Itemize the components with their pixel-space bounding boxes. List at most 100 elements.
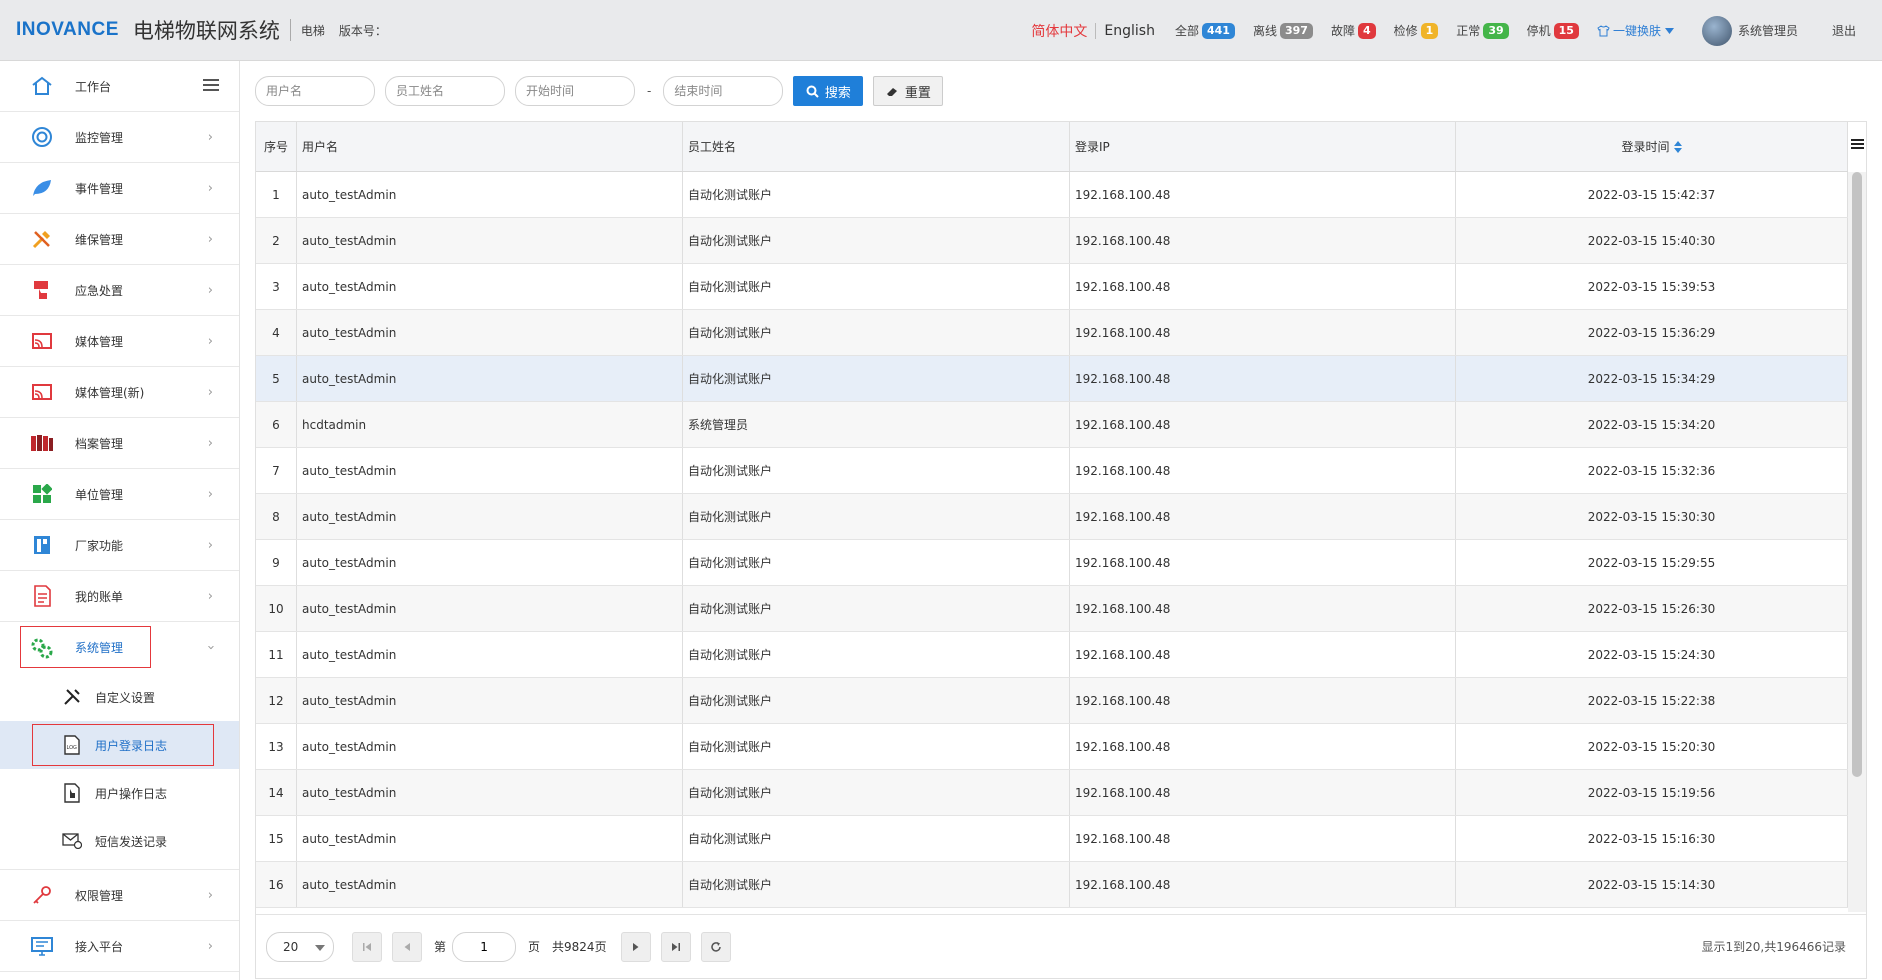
elevator-status-stats: 全部 441 离线 397 故障 4 检修 1 正常 39 停机 15 — [1175, 22, 1597, 39]
eraser-icon — [886, 87, 897, 96]
table-row[interactable]: 2 auto_testAdmin 自动化测试账户 192.168.100.48 2022… — [256, 218, 1848, 264]
table-row[interactable]: 5 auto_testAdmin 自动化测试账户 192.168.100.48 2022… — [256, 356, 1848, 402]
sidebar-item-system[interactable]: 系统管理 › — [0, 622, 239, 673]
status-badge: 15 — [1553, 22, 1579, 39]
caret-down-icon — [315, 944, 325, 951]
cell-index: 10 — [256, 586, 297, 631]
table-row[interactable]: 15 auto_testAdmin 自动化测试账户 192.168.100.48 202… — [256, 816, 1848, 862]
table-row[interactable]: 9 auto_testAdmin 自动化测试账户 192.168.100.48 2022… — [256, 540, 1848, 586]
table-row[interactable]: 10 auto_testAdmin 自动化测试账户 192.168.100.48 202… — [256, 586, 1848, 632]
scrollbar-thumb[interactable] — [1852, 172, 1862, 777]
end-time-input[interactable] — [663, 76, 784, 106]
table-row[interactable]: 14 auto_testAdmin 自动化测试账户 192.168.100.48 202… — [256, 770, 1848, 816]
username-input[interactable] — [255, 76, 375, 106]
sidebar-item-emergency[interactable]: 应急处置 › — [0, 265, 239, 316]
search-button[interactable]: 搜索 — [793, 76, 864, 106]
cell-employee-name: 自动化测试账户 — [683, 632, 1070, 677]
avatar[interactable] — [1701, 15, 1732, 46]
top-header: INOVANCE 电梯物联网系统 电梯 版本号： 简体中文 English 全部… — [0, 0, 1882, 61]
next-page-button[interactable] — [620, 931, 651, 962]
cell-login-ip: 192.168.100.48 — [1070, 632, 1456, 677]
cell-employee-name: 自动化测试账户 — [683, 494, 1070, 539]
status-stat[interactable]: 检修 1 — [1394, 22, 1439, 39]
chevron-right-icon: › — [207, 537, 213, 553]
sidebar-item-media[interactable]: 媒体管理 › — [0, 316, 239, 367]
sidebar: 工作台 监控管理 › 事件管理 › 维保管理 › 应急处置 › 媒体管理 › 媒… — [0, 61, 240, 980]
chevron-right-icon: › — [207, 180, 213, 196]
table-row[interactable]: 7 auto_testAdmin 自动化测试账户 192.168.100.48 2022… — [256, 448, 1848, 494]
table-row[interactable]: 13 auto_testAdmin 自动化测试账户 192.168.100.48 202… — [256, 724, 1848, 770]
first-page-button[interactable] — [352, 931, 382, 962]
sidebar-item-label: 工作台 — [75, 79, 112, 94]
sidebar-item-workbench[interactable]: 工作台 — [0, 61, 239, 112]
column-header-login-ip[interactable]: 登录IP — [1070, 122, 1456, 171]
cell-login-ip: 192.168.100.48 — [1070, 770, 1456, 815]
sidebar-item-events[interactable]: 事件管理 › — [0, 163, 239, 214]
status-stat[interactable]: 故障 4 — [1331, 22, 1376, 39]
cell-username: auto_testAdmin — [297, 724, 683, 769]
building-icon — [30, 533, 54, 557]
start-time-input[interactable] — [515, 76, 635, 106]
menu-toggle-icon[interactable] — [203, 79, 219, 94]
date-range-separator: - — [647, 84, 652, 98]
table-row[interactable]: 8 auto_testAdmin 自动化测试账户 192.168.100.48 2022… — [256, 494, 1848, 540]
cell-employee-name: 自动化测试账户 — [683, 540, 1070, 585]
submenu-item-operation-log[interactable]: 用户操作日志 — [0, 769, 239, 817]
submenu-item-sms-records[interactable]: 短信发送记录 — [0, 817, 239, 865]
cell-username: auto_testAdmin — [297, 172, 683, 217]
table-row[interactable]: 12 auto_testAdmin 自动化测试账户 192.168.100.48 202… — [256, 678, 1848, 724]
sidebar-item-monitor[interactable]: 监控管理 › — [0, 112, 239, 163]
lang-en-link[interactable]: English — [1104, 23, 1155, 39]
submenu-item-login-log[interactable]: LOG 用户登录日志 — [0, 721, 239, 769]
sidebar-item-media-new[interactable]: 媒体管理(新) › — [0, 367, 239, 418]
last-page-button[interactable] — [660, 931, 691, 962]
cell-index: 16 — [256, 862, 297, 907]
user-name[interactable]: 系统管理员 — [1738, 22, 1798, 39]
table-row[interactable]: 16 auto_testAdmin 自动化测试账户 192.168.100.48 202… — [256, 862, 1848, 908]
prev-page-button[interactable] — [392, 931, 422, 962]
table-row[interactable]: 11 auto_testAdmin 自动化测试账户 192.168.100.48 202… — [256, 632, 1848, 678]
submenu-item-custom-settings[interactable]: 自定义设置 — [0, 673, 239, 721]
sidebar-item-label: 监控管理 — [75, 130, 124, 145]
sidebar-item-permissions[interactable]: 权限管理 › — [0, 870, 239, 921]
column-menu-icon[interactable] — [1851, 139, 1864, 151]
sidebar-item-maintenance[interactable]: 维保管理 › — [0, 214, 239, 265]
chevron-right-icon: › — [207, 486, 213, 502]
chevron-right-icon: › — [207, 435, 213, 451]
status-stat[interactable]: 全部 441 — [1175, 22, 1235, 39]
column-header-index[interactable]: 序号 — [256, 122, 297, 171]
table-row[interactable]: 1 auto_testAdmin 自动化测试账户 192.168.100.48 2022… — [256, 172, 1848, 218]
column-header-login-time[interactable]: 登录时间 — [1456, 122, 1848, 171]
sidebar-item-archives[interactable]: 档案管理 › — [0, 418, 239, 469]
vertical-scrollbar[interactable] — [1848, 172, 1866, 912]
search-bar: - 搜索 重置 — [255, 76, 944, 106]
sidebar-item-bills[interactable]: 我的账单 › — [0, 571, 239, 622]
lang-cn-link[interactable]: 简体中文 — [1031, 21, 1087, 41]
table-row[interactable]: 3 auto_testAdmin 自动化测试账户 192.168.100.48 2022… — [256, 264, 1848, 310]
sidebar-item-access-platform[interactable]: 接入平台 › — [0, 921, 239, 972]
sidebar-item-label: 单位管理 — [75, 487, 124, 502]
table-row[interactable]: 6 hcdtadmin 系统管理员 192.168.100.48 2022-03-15 … — [256, 402, 1848, 448]
chevron-right-icon: › — [207, 333, 213, 349]
table-row[interactable]: 4 auto_testAdmin 自动化测试账户 192.168.100.48 2022… — [256, 310, 1848, 356]
status-stat[interactable]: 正常 39 — [1456, 22, 1509, 39]
status-stat[interactable]: 停机 15 — [1527, 22, 1579, 39]
cell-index: 5 — [256, 356, 297, 401]
skin-switch-button[interactable]: 一键换肤 — [1597, 22, 1674, 39]
sidebar-item-manufacturer[interactable]: 厂家功能 › — [0, 520, 239, 571]
page-size-select[interactable]: 20 — [266, 931, 334, 962]
sidebar-item-units[interactable]: 单位管理 › — [0, 469, 239, 520]
logout-link[interactable]: 退出 — [1832, 22, 1856, 39]
employee-name-input[interactable] — [385, 76, 505, 106]
sort-icon[interactable] — [1673, 140, 1682, 153]
cell-login-ip: 192.168.100.48 — [1070, 448, 1456, 493]
page-prefix: 第 — [434, 940, 447, 954]
cell-employee-name: 自动化测试账户 — [683, 816, 1070, 861]
column-header-employee-name[interactable]: 员工姓名 — [683, 122, 1070, 171]
current-page-input[interactable] — [452, 931, 517, 962]
sidebar-item-label: 媒体管理(新) — [75, 385, 145, 400]
reset-button[interactable]: 重置 — [873, 76, 944, 106]
column-header-username[interactable]: 用户名 — [297, 122, 683, 171]
refresh-button[interactable] — [700, 931, 731, 962]
status-stat[interactable]: 离线 397 — [1253, 22, 1313, 39]
